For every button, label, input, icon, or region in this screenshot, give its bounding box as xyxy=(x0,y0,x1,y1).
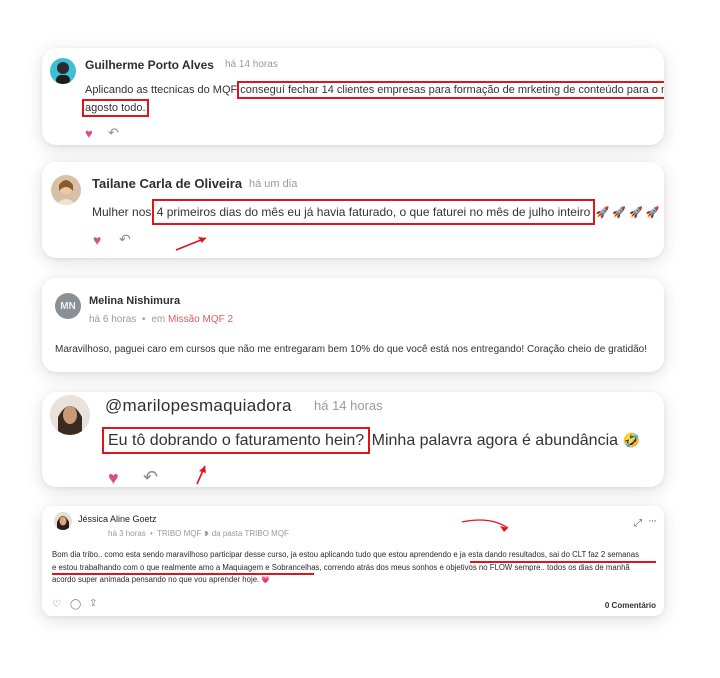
annotation-arrow xyxy=(461,519,509,532)
